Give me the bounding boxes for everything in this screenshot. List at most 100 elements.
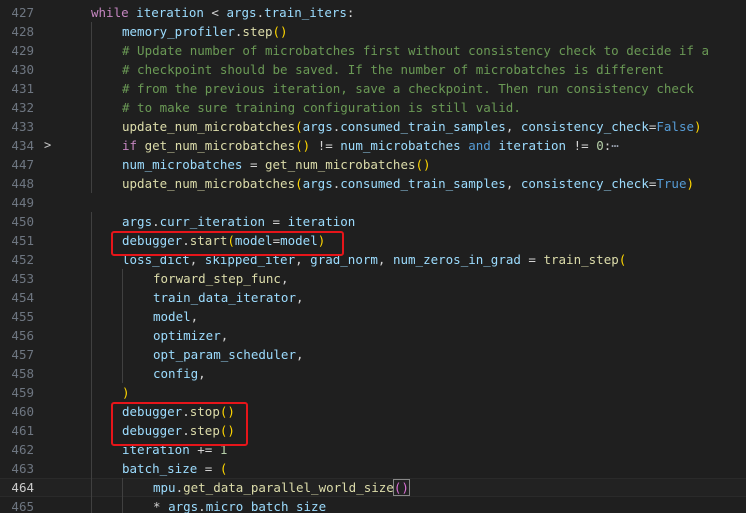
indent-guide xyxy=(122,269,123,288)
folded-ellipsis[interactable]: ⋯ xyxy=(611,138,619,153)
code-editor[interactable]: 427 while iteration < args.train_iters: 42… xyxy=(0,0,746,513)
code-token: get_num_microbatches xyxy=(265,157,416,172)
code-token: iteration xyxy=(490,138,567,153)
code-line[interactable]: 457 opt_param_scheduler, xyxy=(0,345,746,364)
code-token: skipped_iter xyxy=(204,252,296,267)
indent-guide xyxy=(91,269,92,288)
code-line[interactable]: 460 debugger.stop() xyxy=(0,402,746,421)
code-line[interactable]: 463 batch_size = ( xyxy=(0,459,746,478)
code-token: , xyxy=(296,347,304,362)
code-token: < xyxy=(203,5,227,20)
code-token: if xyxy=(122,138,138,153)
line-number: 432 xyxy=(11,100,34,115)
code-line[interactable]: 427 while iteration < args.train_iters: xyxy=(0,3,746,22)
code-line[interactable]: 451 debugger.start(model=model) xyxy=(0,231,746,250)
code-text: debugger.start(model=model) xyxy=(122,231,325,250)
code-line[interactable]: 449 xyxy=(0,193,746,212)
code-line[interactable]: 428 memory_profiler.step() xyxy=(0,22,746,41)
code-token: () xyxy=(272,24,288,39)
code-token: . xyxy=(182,233,190,248)
line-number: 458 xyxy=(11,366,34,381)
line-number: 457 xyxy=(11,347,34,362)
code-token: = xyxy=(242,157,265,172)
code-token: , xyxy=(505,119,521,134)
code-token: # to make sure training configuration is… xyxy=(122,100,521,115)
code-token: args xyxy=(168,499,199,513)
code-text: num_microbatches = get_num_microbatches(… xyxy=(122,155,431,174)
code-line[interactable]: 459) xyxy=(0,383,746,402)
indent-guide xyxy=(91,22,92,41)
line-number: 434 xyxy=(11,138,34,153)
code-line[interactable]: 450 args.curr_iteration = iteration xyxy=(0,212,746,231)
code-token: != xyxy=(566,138,597,153)
code-token: update_num_microbatches xyxy=(122,176,296,191)
code-line[interactable]: 434 > if get_num_microbatches() != num_mic… xyxy=(0,136,746,155)
indent-guide xyxy=(91,307,92,326)
code-token: step xyxy=(242,24,273,39)
code-line[interactable]: 448 update_num_microbatches(args.consumed… xyxy=(0,174,746,193)
code-token: args xyxy=(302,119,333,134)
code-line[interactable]: 447 num_microbatches = get_num_microbatch… xyxy=(0,155,746,174)
fold-chevron-icon[interactable]: > xyxy=(44,136,51,155)
code-line[interactable]: 461 debugger.step() xyxy=(0,421,746,440)
code-token: * xyxy=(153,499,169,513)
indent-guide xyxy=(91,117,92,136)
code-token: = xyxy=(265,214,288,229)
code-line[interactable]: 456 optimizer, xyxy=(0,326,746,345)
indent-guide xyxy=(91,60,92,79)
code-line[interactable]: 429 # Update number of microbatches first… xyxy=(0,41,746,60)
code-text: opt_param_scheduler, xyxy=(153,345,304,364)
code-token: iteration xyxy=(128,5,204,20)
line-number: 459 xyxy=(11,385,34,400)
code-token: args xyxy=(302,176,333,191)
code-text: * args.micro_batch_size xyxy=(153,497,326,513)
code-line[interactable]: 431 # from the previous iteration, save a… xyxy=(0,79,746,98)
code-token: , xyxy=(505,176,521,191)
code-text: forward_step_func, xyxy=(153,269,288,288)
indent-guide xyxy=(91,155,92,174)
code-token: ) xyxy=(122,385,130,400)
code-token: ( xyxy=(227,233,235,248)
code-text: loss_dict, skipped_iter, grad_norm, num_… xyxy=(122,250,626,269)
code-line[interactable]: 432 # to make sure training configuration… xyxy=(0,98,746,117)
code-line[interactable]: 452 loss_dict, skipped_iter, grad_norm, n… xyxy=(0,250,746,269)
line-number: 447 xyxy=(11,157,34,172)
code-line[interactable]: 465 * args.micro_batch_size xyxy=(0,497,746,513)
line-number: 454 xyxy=(11,290,34,305)
line-number: 448 xyxy=(11,176,34,191)
code-line[interactable]: 433 update_num_microbatches(args.consumed… xyxy=(0,117,746,136)
code-line[interactable]: 462 iteration += 1 xyxy=(0,440,746,459)
code-text: iteration += 1 xyxy=(122,440,227,459)
line-number: 451 xyxy=(11,233,34,248)
code-text: memory_profiler.step() xyxy=(122,22,288,41)
line-number: 431 xyxy=(11,81,34,96)
code-token: . xyxy=(182,423,190,438)
code-line[interactable]: 464 mpu.get_data_parallel_world_size() xyxy=(0,478,746,497)
code-line[interactable]: 453 forward_step_func, xyxy=(0,269,746,288)
code-token: model xyxy=(153,309,191,324)
code-text: optimizer, xyxy=(153,326,228,345)
code-text: update_num_microbatches(args.consumed_tr… xyxy=(122,174,694,193)
code-token: opt_param_scheduler xyxy=(153,347,296,362)
code-token: loss_dict xyxy=(122,252,190,267)
code-token: () xyxy=(392,479,410,496)
line-number: 462 xyxy=(11,442,34,457)
line-number: 428 xyxy=(11,24,34,39)
code-text: train_data_iterator, xyxy=(153,288,304,307)
code-text: mpu.get_data_parallel_world_size() xyxy=(153,478,410,497)
code-line[interactable]: 430 # checkpoint should be saved. If the … xyxy=(0,60,746,79)
indent-guide xyxy=(91,250,92,269)
code-line[interactable]: 454 train_data_iterator, xyxy=(0,288,746,307)
code-token: update_num_microbatches xyxy=(122,119,296,134)
code-token: , xyxy=(295,252,311,267)
code-token: grad_norm xyxy=(310,252,378,267)
code-token: train_step xyxy=(543,252,619,267)
code-line[interactable]: 458 config, xyxy=(0,364,746,383)
code-line[interactable]: 455 model, xyxy=(0,307,746,326)
code-token: batch_size xyxy=(122,461,198,476)
code-token: curr_iteration xyxy=(159,214,265,229)
code-token: != xyxy=(310,138,341,153)
code-token: start xyxy=(189,233,228,248)
indent-guide xyxy=(91,326,92,345)
code-token: , xyxy=(377,252,393,267)
